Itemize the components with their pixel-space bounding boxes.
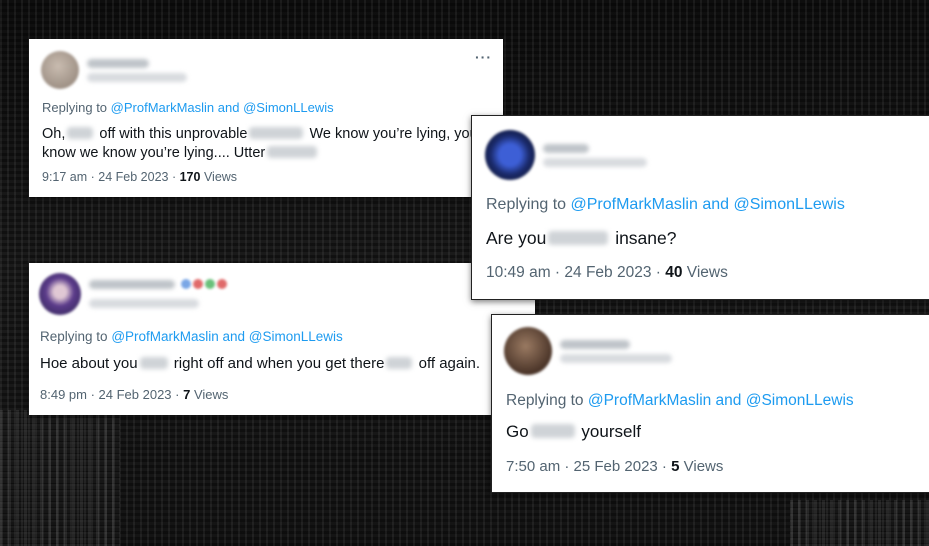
redacted-word (139, 356, 168, 369)
display-name[interactable] (560, 339, 630, 349)
display-name[interactable] (543, 143, 589, 153)
reply-mentions-link[interactable]: @ProfMarkMaslin and @SimonLLewis (588, 392, 854, 409)
reply-mentions-link[interactable]: @ProfMarkMaslin and @SimonLLewis (111, 329, 343, 344)
redacted-word (267, 146, 318, 158)
redacted-word (386, 356, 413, 369)
background-texture (790, 500, 929, 546)
username[interactable] (560, 353, 672, 363)
username[interactable] (89, 299, 199, 308)
avatar[interactable] (485, 130, 535, 180)
more-options-icon[interactable]: ··· (475, 49, 492, 65)
replying-to: Replying to @ProfMarkMaslin and @SimonLL… (42, 100, 334, 115)
replying-to: Replying to @ProfMarkMaslin and @SimonLL… (486, 196, 845, 213)
username[interactable] (87, 72, 187, 82)
display-name[interactable] (87, 58, 149, 68)
tweet-text: Hoe about you right off and when you get… (40, 355, 481, 372)
tweet-text: Go yourself (506, 422, 641, 441)
display-name[interactable] (89, 280, 175, 289)
redacted-word (548, 230, 609, 245)
username[interactable] (543, 157, 647, 167)
tweet-card: Replying to @ProfMarkMaslin and @SimonLL… (471, 115, 929, 300)
tweet-author (39, 273, 227, 315)
reply-mentions-link[interactable]: @ProfMarkMaslin and @SimonLLewis (111, 100, 334, 115)
tweet-timestamp[interactable]: 7:50 am · 25 Feb 2023 · 5 Views (506, 458, 723, 475)
profile-badges (179, 276, 227, 294)
redacted-word (67, 127, 94, 139)
redacted-word (530, 424, 575, 438)
tweet-timestamp[interactable]: 9:17 am · 24 Feb 2023 · 170 Views (42, 170, 237, 184)
tweet-timestamp[interactable]: 8:49 pm · 24 Feb 2023 · 7 Views (40, 387, 228, 402)
tweet-text: Are you insane? (486, 228, 677, 248)
avatar[interactable] (504, 327, 552, 375)
tweet-author (504, 327, 672, 375)
replying-to: Replying to @ProfMarkMaslin and @SimonLL… (506, 392, 854, 409)
avatar[interactable] (41, 51, 79, 89)
background-texture (0, 410, 120, 546)
tweet-author (41, 51, 187, 89)
reply-mentions-link[interactable]: @ProfMarkMaslin and @SimonLLewis (571, 196, 845, 213)
tweet-card: Replying to @ProfMarkMaslin and @SimonLL… (29, 263, 535, 415)
replying-to: Replying to @ProfMarkMaslin and @SimonLL… (40, 329, 343, 344)
tweet-timestamp[interactable]: 10:49 am · 24 Feb 2023 · 40 Views (486, 264, 728, 282)
tweet-author (485, 130, 647, 180)
redacted-word (249, 127, 304, 139)
tweet-card: Replying to @ProfMarkMaslin and @SimonLL… (491, 314, 929, 493)
tweet-card: ··· Replying to @ProfMarkMaslin and @Sim… (29, 39, 503, 197)
tweet-text: Oh, off with this unprovable We know you… (42, 126, 478, 161)
avatar[interactable] (39, 273, 81, 315)
